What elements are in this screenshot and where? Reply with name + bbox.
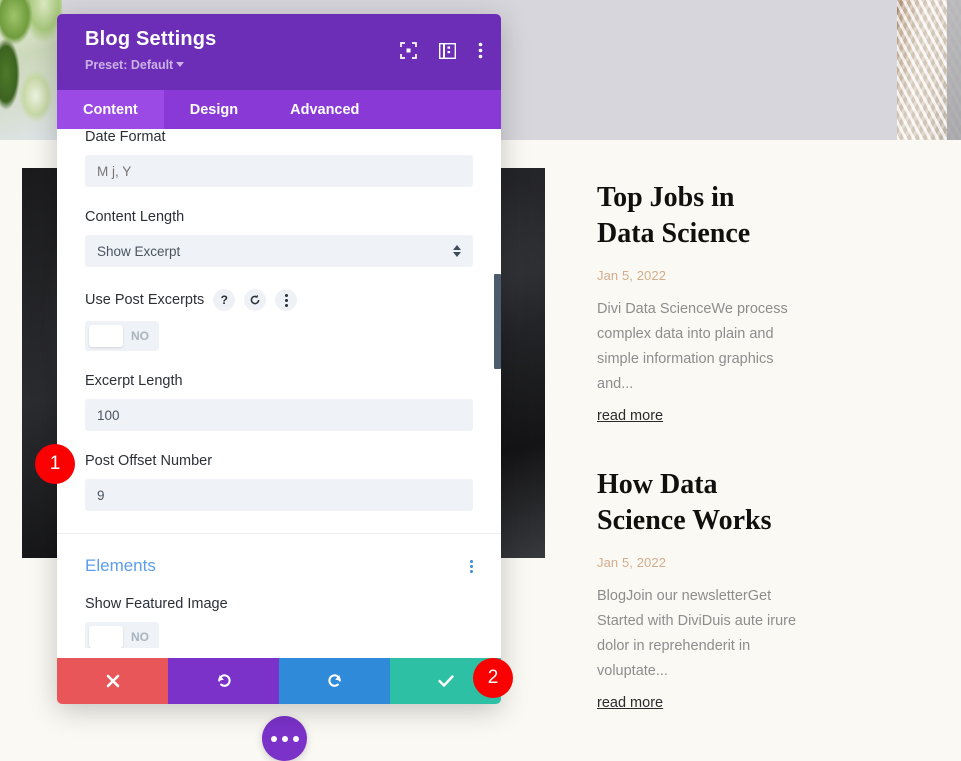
- excerpt-length-label: Excerpt Length: [85, 373, 473, 389]
- toggle-value: NO: [131, 630, 149, 644]
- select-arrows-icon: [453, 245, 461, 257]
- redo-button[interactable]: [279, 658, 390, 704]
- more-options-icon[interactable]: [275, 289, 297, 311]
- modal-header: Blog Settings Preset: Default: [57, 14, 501, 90]
- excerpt-length-input[interactable]: 100: [85, 399, 473, 431]
- read-more-link[interactable]: read more: [597, 408, 663, 424]
- layout-panel-icon[interactable]: [439, 43, 456, 59]
- post-title: How Data Science Works: [597, 467, 797, 539]
- more-options-icon[interactable]: [470, 560, 473, 573]
- content-length-select[interactable]: Show Excerpt: [85, 235, 473, 267]
- post-offset-number-input[interactable]: 9: [85, 479, 473, 511]
- post-excerpt: Divi Data ScienceWe process complex data…: [597, 297, 807, 397]
- date-format-label: Date Format: [85, 129, 473, 145]
- close-button[interactable]: [57, 658, 168, 704]
- elements-section-title: Elements: [85, 556, 156, 576]
- content-length-value: Show Excerpt: [97, 244, 180, 259]
- modal-tabs: Content Design Advanced: [57, 90, 501, 129]
- help-icon[interactable]: ?: [213, 289, 235, 311]
- modal-body: Date Format Content Length Show Excerpt …: [57, 129, 501, 648]
- field-excerpt-length: Excerpt Length 100: [85, 373, 473, 431]
- step-badge-2: 2: [473, 658, 513, 698]
- show-featured-image-toggle[interactable]: NO: [85, 622, 159, 648]
- post-date: Jan 5, 2022: [597, 555, 917, 570]
- section-divider: [57, 533, 501, 534]
- knit-photo-gray-band: [947, 0, 961, 140]
- dot-icon: [293, 736, 299, 742]
- preset-label: Preset: Default: [85, 58, 173, 72]
- post-title: Top Jobs in Data Science: [597, 180, 797, 252]
- read-more-link[interactable]: read more: [597, 695, 663, 711]
- modal-header-icons: [400, 42, 483, 59]
- blog-settings-modal: Blog Settings Preset: Default: [57, 14, 501, 704]
- toggle-value: NO: [131, 329, 149, 343]
- modal-footer: [57, 658, 501, 704]
- modal-scrollbar[interactable]: [494, 129, 501, 648]
- tab-advanced[interactable]: Advanced: [264, 90, 385, 129]
- use-post-excerpts-label: Use Post Excerpts: [85, 292, 204, 308]
- blog-post-item: How Data Science Works Jan 5, 2022 BlogJ…: [597, 467, 917, 712]
- floating-options-button[interactable]: [262, 716, 307, 761]
- post-offset-number-label: Post Offset Number: [85, 453, 473, 469]
- toggle-knob: [89, 325, 123, 347]
- dot-icon: [282, 736, 288, 742]
- dot-icon: [271, 736, 277, 742]
- toggle-knob: [89, 626, 123, 648]
- reset-icon[interactable]: [244, 289, 266, 311]
- field-show-featured-image: Show Featured Image NO: [85, 596, 473, 648]
- field-use-post-excerpts: Use Post Excerpts ? NO: [85, 289, 473, 351]
- field-post-offset-number: Post Offset Number 9: [85, 453, 473, 511]
- post-date: Jan 5, 2022: [597, 268, 917, 283]
- blog-post-item: Top Jobs in Data Science Jan 5, 2022 Div…: [597, 180, 917, 425]
- content-length-label: Content Length: [85, 209, 473, 225]
- tab-content[interactable]: Content: [57, 90, 164, 129]
- scrollbar-thumb[interactable]: [494, 274, 501, 369]
- step-badge-1: 1: [35, 444, 75, 484]
- field-content-length: Content Length Show Excerpt: [85, 209, 473, 267]
- focus-icon[interactable]: [400, 42, 417, 59]
- post-excerpt: BlogJoin our newsletterGet Started with …: [597, 584, 807, 684]
- date-format-input[interactable]: [85, 155, 473, 187]
- more-options-icon[interactable]: [478, 42, 483, 59]
- chevron-down-icon: [176, 62, 184, 67]
- undo-button[interactable]: [168, 658, 279, 704]
- use-post-excerpts-toggle[interactable]: NO: [85, 321, 159, 351]
- show-featured-image-label: Show Featured Image: [85, 596, 473, 612]
- plant-photo: [0, 0, 62, 140]
- tab-design[interactable]: Design: [164, 90, 264, 129]
- blog-posts-list: Top Jobs in Data Science Jan 5, 2022 Div…: [597, 180, 917, 754]
- field-date-format: Date Format: [85, 129, 473, 187]
- elements-section-header: Elements: [85, 556, 473, 576]
- preset-selector[interactable]: Preset: Default: [85, 58, 184, 72]
